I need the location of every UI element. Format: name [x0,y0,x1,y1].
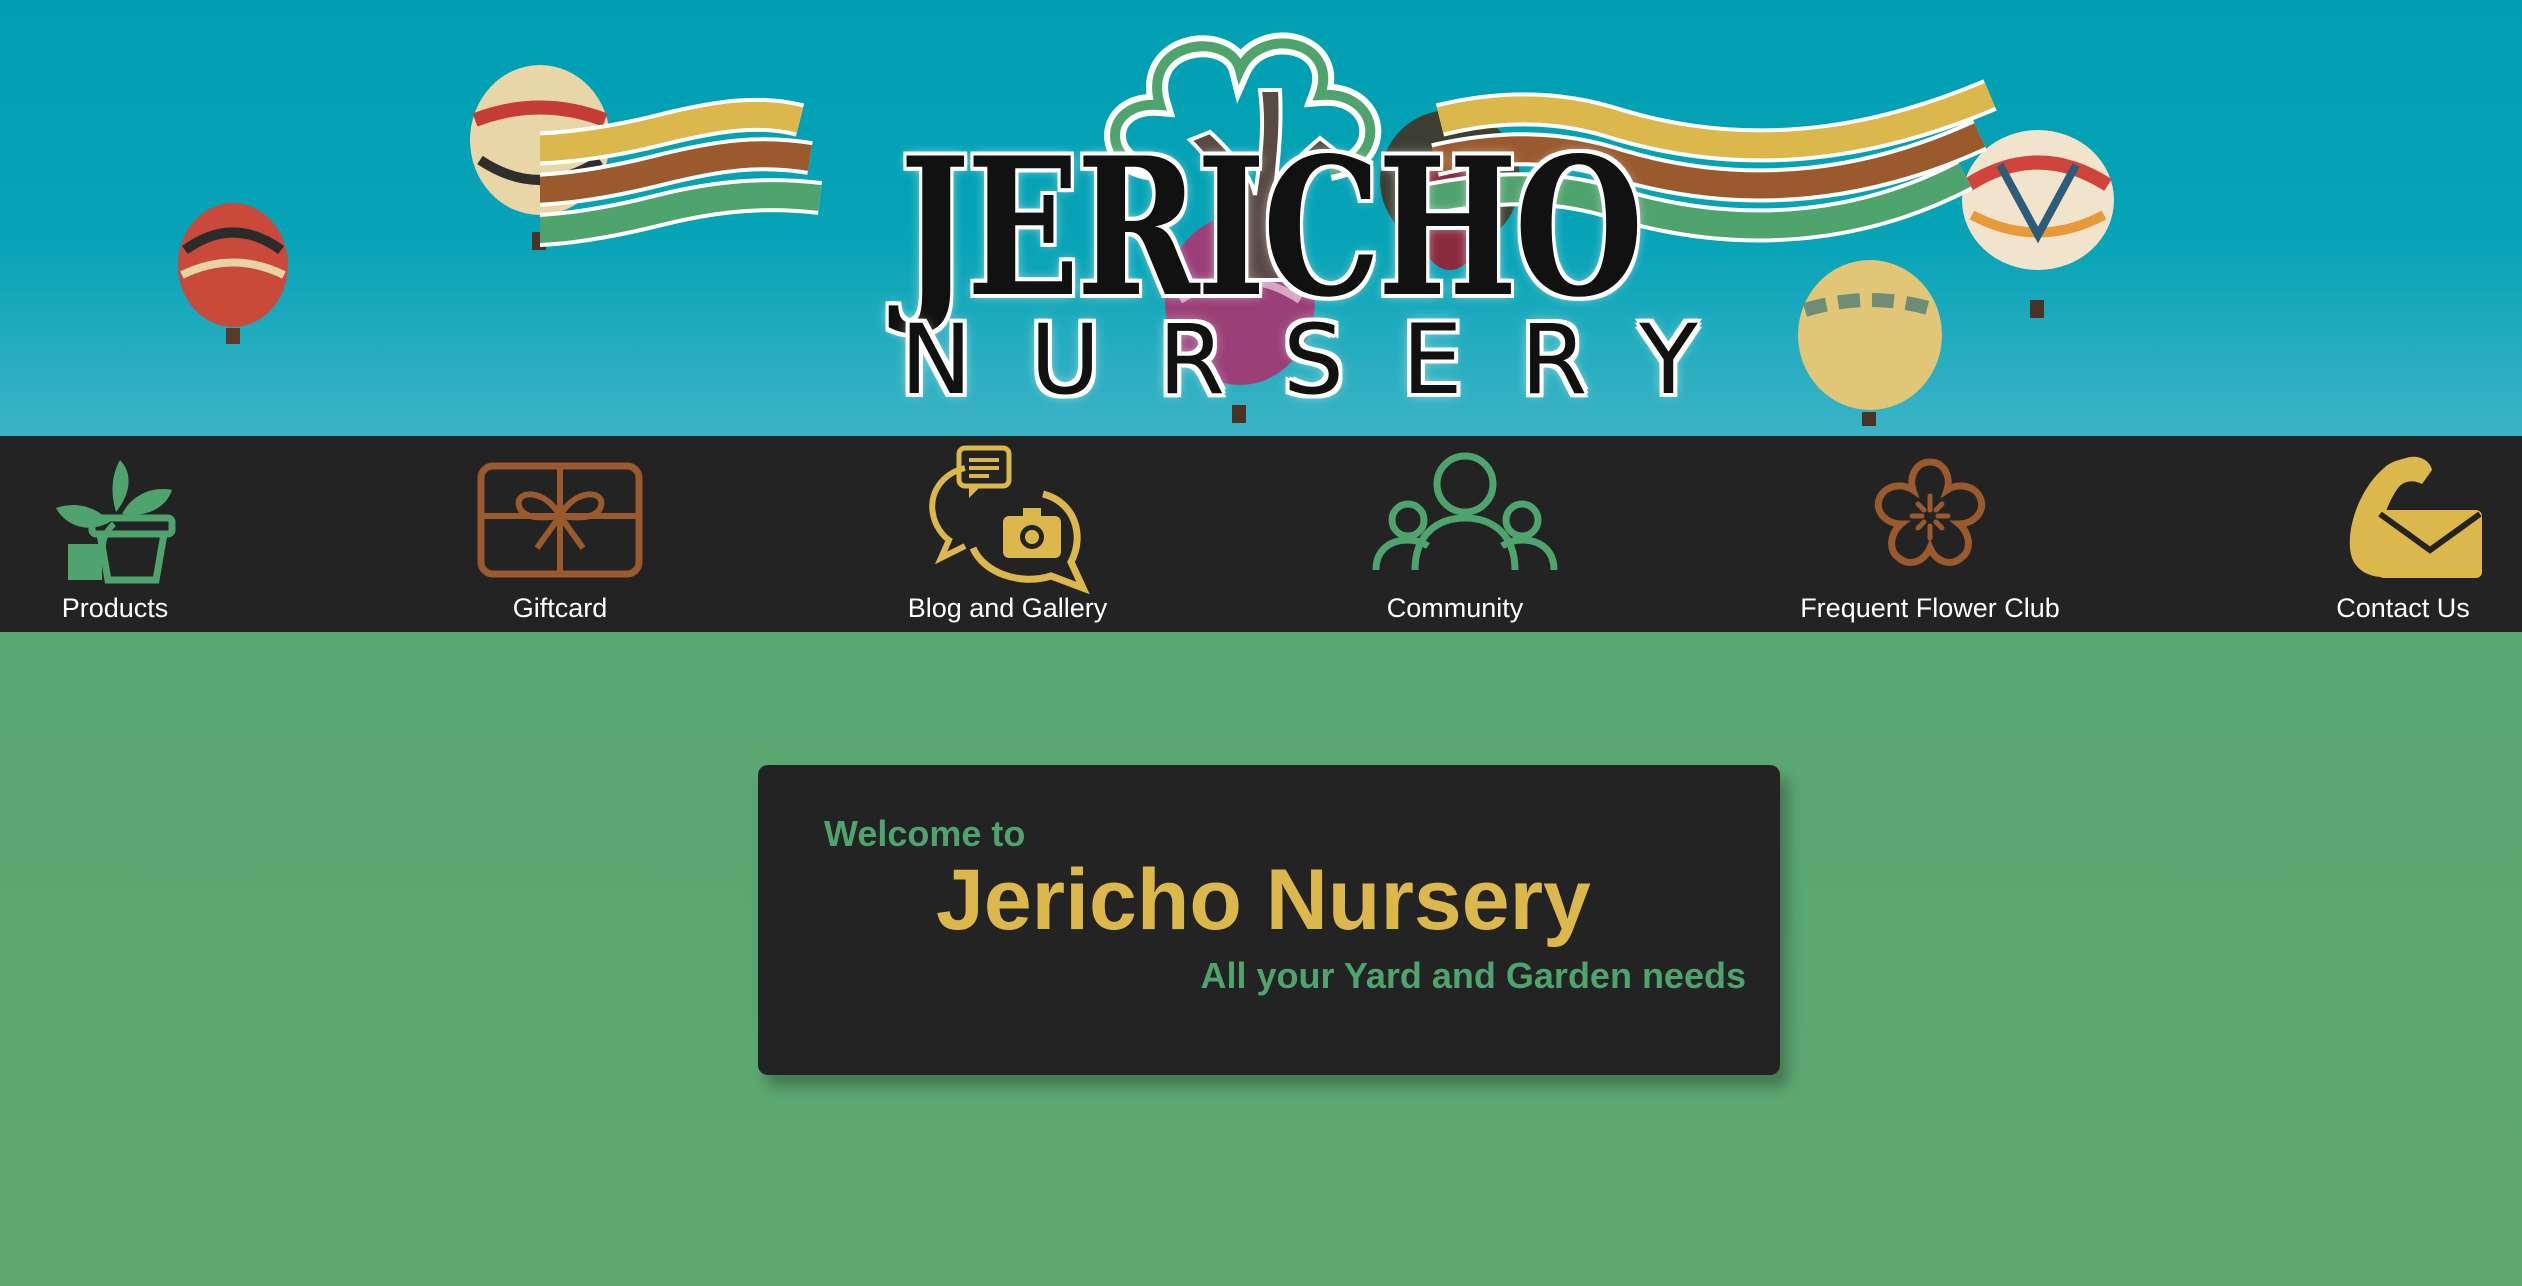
jericho-nursery-logo[interactable]: JERICHO NURSERY [540,20,2000,430]
nav-label-blog-gallery: Blog and Gallery [907,593,1108,623]
gift-card-icon [477,462,643,578]
balloon-image [178,203,288,344]
nav-item-blog-gallery[interactable]: Blog and Gallery [900,436,1115,632]
page: JERICHO NURSERY Products Giftcard Blog a… [0,0,2522,1286]
nav-label-contact-us: Contact Us [2336,593,2470,623]
nav-item-contact-us[interactable]: Contact Us [2318,436,2488,632]
welcome-card: Welcome to Jericho Nursery All your Yard… [758,765,1780,1075]
potted-plant-icon [56,460,176,584]
people-group-icon [1372,452,1558,571]
logo-sub-text: NURSERY [900,304,1756,416]
nav-label-products: Products [61,593,169,623]
welcome-text: Welcome to [824,813,1026,854]
hero-banner: JERICHO NURSERY [0,0,2522,436]
nav-item-giftcard[interactable]: Giftcard [470,436,650,632]
main-nav-bar: Products Giftcard Blog and Gallery Commu… [0,436,2522,632]
nav-label-community: Community [1386,593,1524,623]
nav-item-community[interactable]: Community [1370,436,1558,632]
chat-camera-icon [928,445,1090,594]
tagline-text: All your Yard and Garden needs [1200,955,1746,996]
nav-label-giftcard: Giftcard [512,593,608,623]
flower-icon [1874,458,1986,566]
phone-envelope-icon [2349,456,2482,578]
nav-item-frequent-flower-club[interactable]: Frequent Flower Club [1790,436,2070,632]
logo-main-text: JERICHO [899,116,1644,339]
site-title: Jericho Nursery [936,852,1591,948]
nav-label-frequent-flower-club: Frequent Flower Club [1800,593,2060,623]
nav-item-products[interactable]: Products [40,436,190,632]
